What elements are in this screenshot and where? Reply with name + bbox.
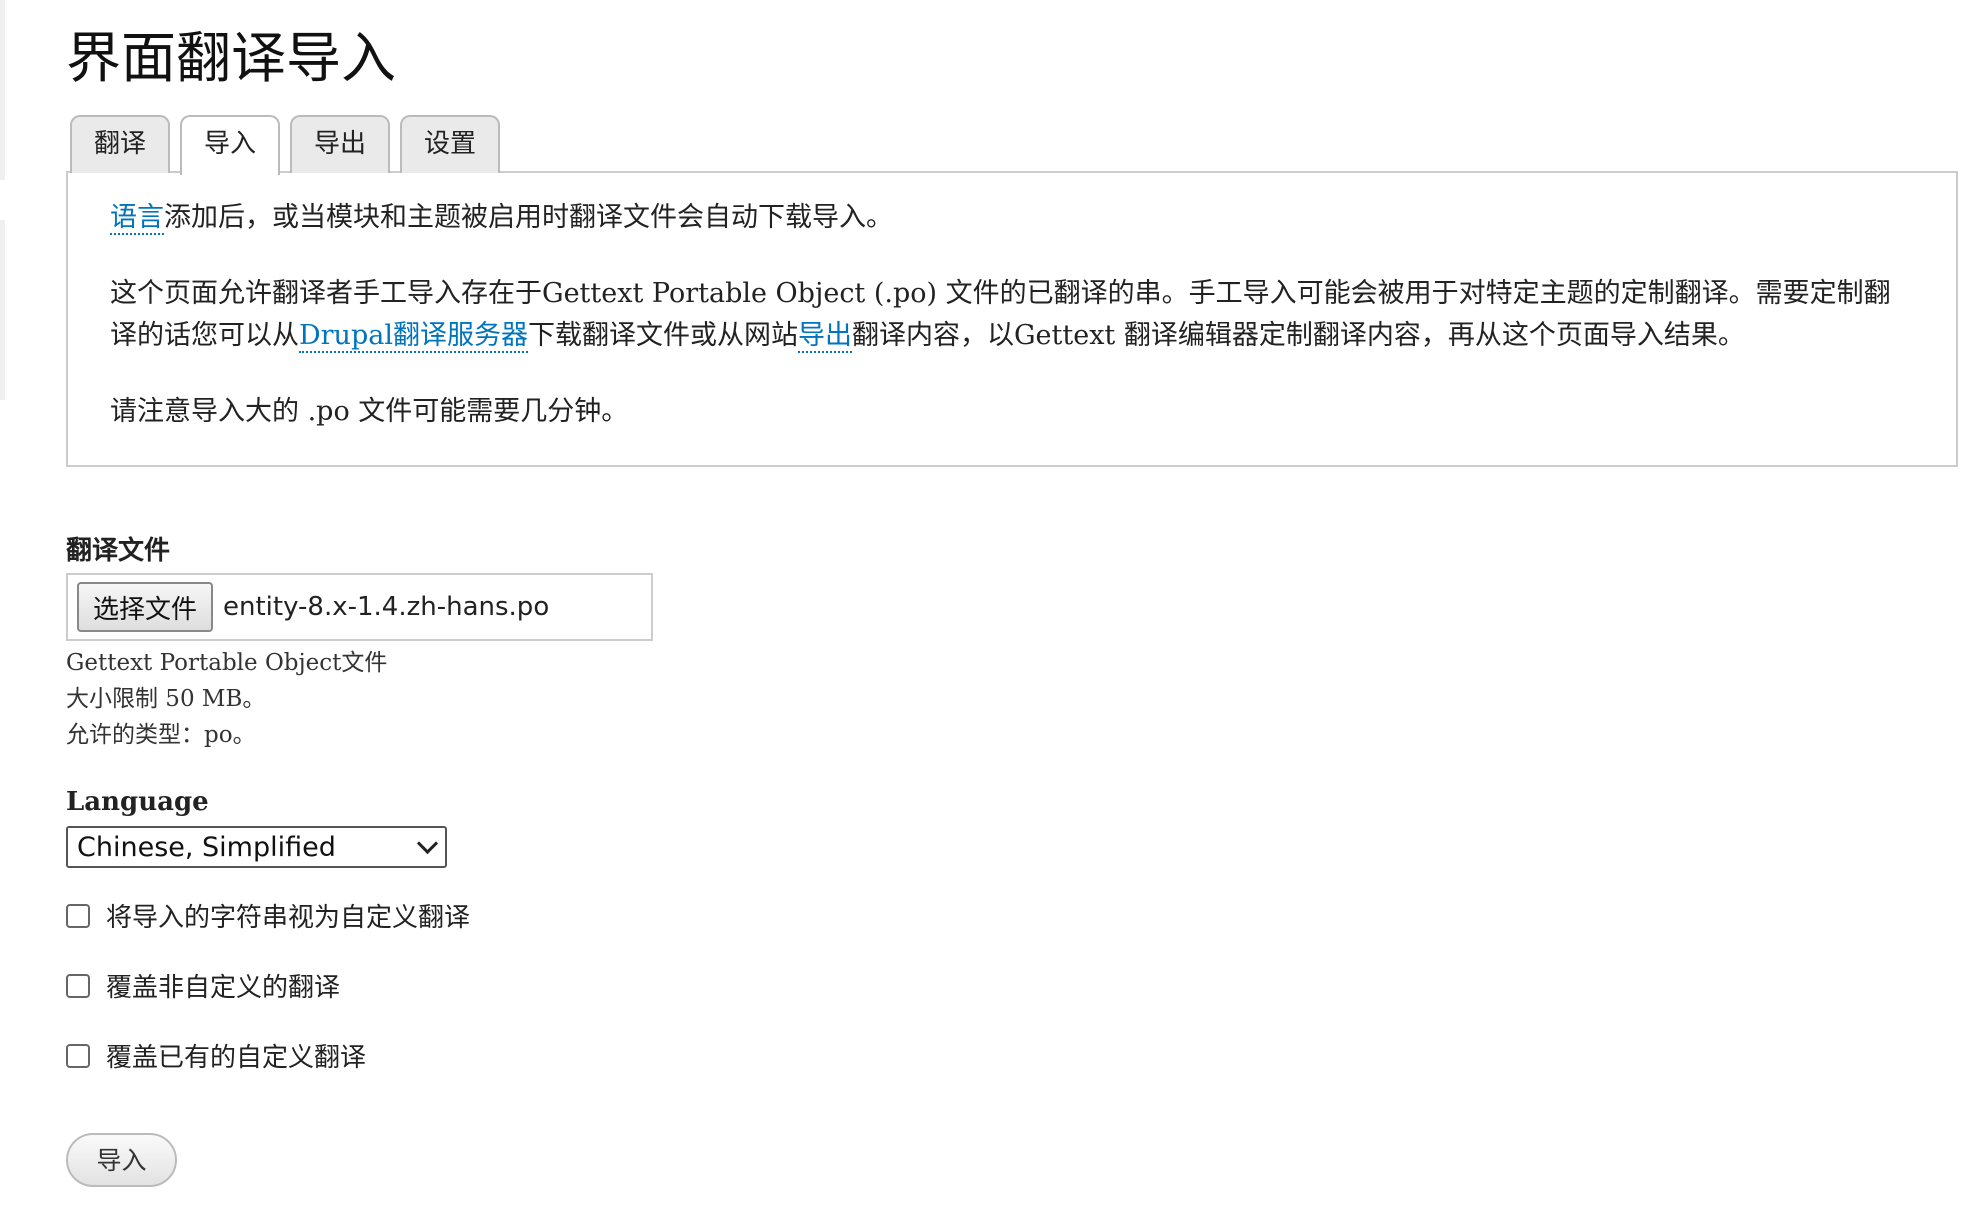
help-text: 下载翻译文件或从网站: [527, 320, 798, 351]
option-overwrite-custom: 覆盖已有的自定义翻译: [66, 1037, 366, 1074]
customized-checkbox-label[interactable]: 将导入的字符串视为自定义翻译: [106, 897, 470, 934]
overwrite-custom-checkbox-label[interactable]: 覆盖已有的自定义翻译: [106, 1037, 366, 1074]
tab-settings[interactable]: 设置: [400, 115, 501, 173]
page: 界面翻译导入 翻译 导入 导出 设置 语言添加后，或当模块和主题被启用时翻译文件…: [0, 0, 1967, 1219]
tab-export[interactable]: 导出: [290, 115, 391, 173]
help-paragraph: 这个页面允许翻译者手工导入存在于Gettext Portable Object …: [110, 273, 1914, 357]
overwrite-noncustom-checkbox-label[interactable]: 覆盖非自定义的翻译: [106, 967, 340, 1004]
tab-import[interactable]: 导入: [180, 115, 281, 175]
file-format-note: Gettext Portable Object文件: [66, 650, 388, 676]
translation-file-label: 翻译文件: [66, 536, 171, 566]
help-paragraph: 语言添加后，或当模块和主题被启用时翻译文件会自动下载导入。: [110, 197, 1914, 239]
selected-file-name: entity-8.x-1.4.zh-hans.po: [223, 592, 550, 622]
help-text: 添加后，或当模块和主题被启用时翻译文件会自动下载导入。: [164, 202, 893, 233]
file-size-limit: 大小限制 50 MB。: [66, 686, 266, 712]
file-upload-widget: 选择文件 entity-8.x-1.4.zh-hans.po: [66, 573, 653, 641]
tab-bar: 翻译 导入 导出 设置: [70, 115, 501, 175]
export-link[interactable]: 导出: [797, 320, 852, 353]
overwrite-noncustom-checkbox[interactable]: [66, 973, 90, 998]
help-paragraph: 请注意导入大的 .po 文件可能需要几分钟。: [110, 391, 1914, 433]
language-selected-value: Chinese, Simplified: [77, 831, 336, 863]
help-panel: 语言添加后，或当模块和主题被启用时翻译文件会自动下载导入。 这个页面允许翻译者手…: [66, 171, 1958, 467]
option-customized: 将导入的字符串视为自定义翻译: [66, 897, 470, 934]
left-edge-strip: [0, 220, 5, 400]
chevron-down-icon: [416, 832, 439, 854]
file-allowed-types: 允许的类型：po。: [66, 722, 256, 748]
file-field-description: Gettext Portable Object文件 大小限制 50 MB。 允许…: [66, 645, 387, 753]
language-select[interactable]: Chinese, Simplified: [66, 826, 447, 868]
import-submit-button[interactable]: 导入: [66, 1133, 177, 1187]
option-overwrite-noncustom: 覆盖非自定义的翻译: [66, 967, 340, 1004]
tab-translate[interactable]: 翻译: [70, 115, 171, 173]
language-link[interactable]: 语言: [110, 202, 164, 235]
left-edge-strip: [0, 0, 5, 180]
help-text: 翻译内容，以Gettext 翻译编辑器定制翻译内容，再从这个页面导入结果。: [851, 320, 1745, 351]
drupal-translation-server-link[interactable]: Drupal翻译服务器: [299, 320, 528, 353]
customized-checkbox[interactable]: [66, 903, 90, 928]
overwrite-custom-checkbox[interactable]: [66, 1043, 90, 1068]
language-label: Language: [66, 787, 209, 817]
help-text: 请注意导入大的 .po 文件可能需要几分钟。: [110, 396, 629, 427]
page-title: 界面翻译导入: [66, 26, 397, 90]
choose-file-button[interactable]: 选择文件: [77, 582, 214, 632]
